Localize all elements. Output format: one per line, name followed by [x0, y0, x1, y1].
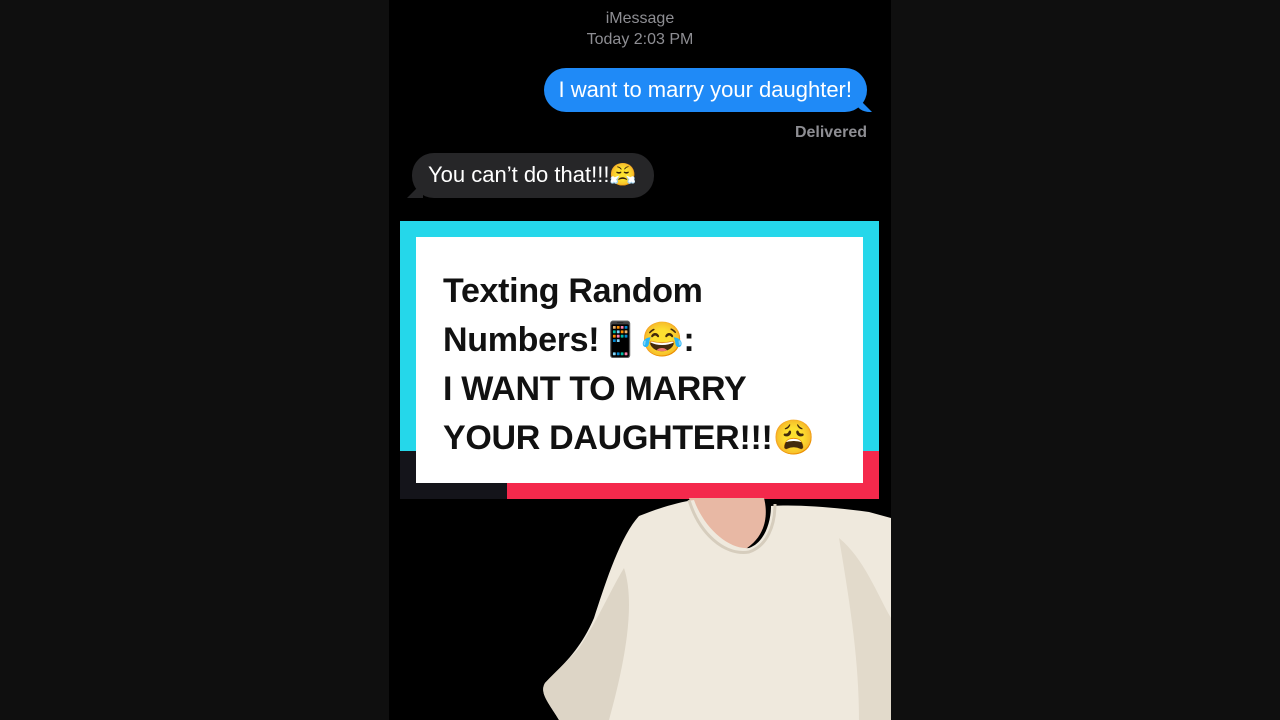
card-title-line-4: YOUR DAUGHTER!!!😩: [443, 419, 815, 457]
incoming-message-bubble[interactable]: You can’t do that!!!😤: [412, 153, 654, 198]
timestamp: Today 2:03 PM: [586, 31, 694, 48]
outgoing-message-text: I want to marry your daughter!: [558, 77, 852, 102]
delivery-status: Delivered: [794, 124, 867, 141]
card-title: Texting Random Numbers!📱😂: I WANT TO MAR…: [443, 267, 853, 463]
outgoing-message-bubble[interactable]: I want to marry your daughter!: [543, 68, 867, 112]
title-card: Texting Random Numbers!📱😂: I WANT TO MAR…: [416, 237, 863, 483]
title-card-frame: Texting Random Numbers!📱😂: I WANT TO MAR…: [400, 221, 879, 499]
service-label: iMessage: [605, 10, 675, 27]
card-title-line-1: Texting Random: [443, 272, 703, 310]
card-title-line-2: Numbers!📱😂:: [443, 321, 695, 359]
conversation-header: iMessage Today 2:03 PM: [389, 8, 891, 50]
card-title-line-3: I WANT TO MARRY: [443, 370, 747, 408]
incoming-message-text: You can’t do that!!!😤: [428, 162, 637, 187]
person-image: [543, 498, 891, 720]
video-frame: iMessage Today 2:03 PM I want to marry y…: [389, 0, 891, 720]
